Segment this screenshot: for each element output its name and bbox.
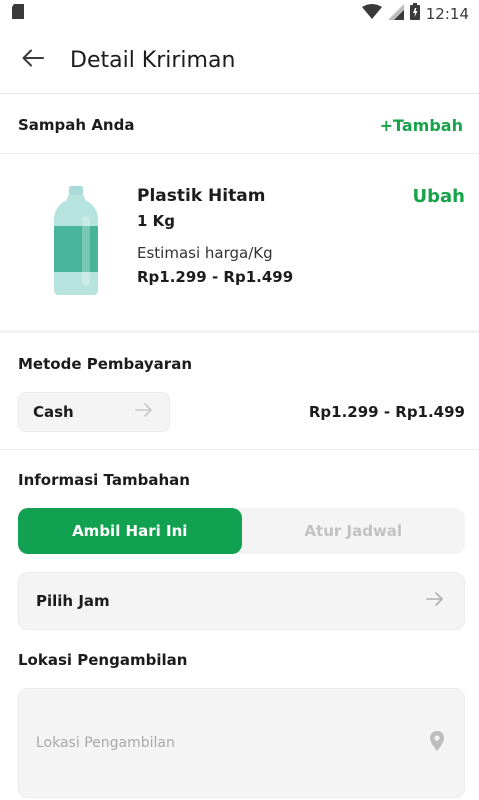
arrow-right-icon: [135, 402, 153, 422]
estimate-value: Rp1.299 - Rp1.499: [137, 268, 294, 286]
add-waste-button[interactable]: +Tambah: [380, 116, 463, 135]
estimate-label: Estimasi harga/Kg: [137, 244, 273, 262]
waste-item: Plastik Hitam 1 Kg Estimasi harga/Kg Rp1…: [0, 156, 479, 330]
divider: [0, 153, 479, 154]
pick-time-label: Pilih Jam: [36, 592, 110, 610]
waste-item-quantity: 1 Kg: [137, 212, 176, 230]
pickup-section-header: Lokasi Pengambilan: [0, 646, 479, 674]
location-pin-icon: [430, 730, 444, 756]
divider: [0, 330, 479, 333]
waste-section-header: Sampah Anda +Tambah: [0, 110, 479, 140]
arrow-left-icon: [22, 49, 44, 72]
pickup-location-field[interactable]: Lokasi Pengambilan: [18, 688, 465, 798]
payment-section-header: Metode Pembayaran: [0, 350, 479, 378]
battery-icon: [409, 3, 420, 25]
page-title: Detail Kririman: [70, 48, 236, 73]
divider: [0, 449, 479, 450]
payment-amount: Rp1.299 - Rp1.499: [308, 403, 465, 421]
status-bar: 12:14: [0, 0, 479, 28]
payment-method-label: Cash: [33, 403, 74, 421]
signal-icon: [387, 3, 404, 25]
waste-item-info: Plastik Hitam 1 Kg Estimasi harga/Kg Rp1…: [137, 186, 293, 286]
app-bar: Detail Kririman: [0, 28, 479, 94]
pickup-section-title: Lokasi Pengambilan: [18, 651, 188, 669]
additional-section-header: Informasi Tambahan: [0, 466, 479, 494]
waste-section-title: Sampah Anda: [18, 116, 135, 134]
tab-ambil-hari-ini[interactable]: Ambil Hari Ini: [18, 508, 242, 554]
pick-time-field[interactable]: Pilih Jam: [18, 572, 465, 630]
additional-section-title: Informasi Tambahan: [18, 471, 190, 489]
wifi-icon: [361, 3, 382, 25]
back-button[interactable]: [0, 28, 66, 94]
arrow-right-icon: [426, 591, 444, 611]
payment-row: Cash Rp1.299 - Rp1.499: [18, 392, 465, 432]
edit-item-button[interactable]: Ubah: [413, 186, 465, 207]
tab-atur-jadwal[interactable]: Atur Jadwal: [242, 508, 466, 554]
payment-method-button[interactable]: Cash: [18, 392, 170, 432]
pickup-time-toggle: Ambil Hari Ini Atur Jadwal: [18, 508, 465, 554]
plastic-bottle-icon: [52, 186, 100, 301]
status-icons: 12:14: [361, 3, 469, 25]
pickup-location-placeholder: Lokasi Pengambilan: [36, 735, 175, 751]
sd-card-icon: [12, 4, 24, 24]
payment-section-title: Metode Pembayaran: [18, 355, 193, 373]
waste-item-name: Plastik Hitam: [137, 186, 266, 206]
status-time: 12:14: [425, 5, 469, 23]
